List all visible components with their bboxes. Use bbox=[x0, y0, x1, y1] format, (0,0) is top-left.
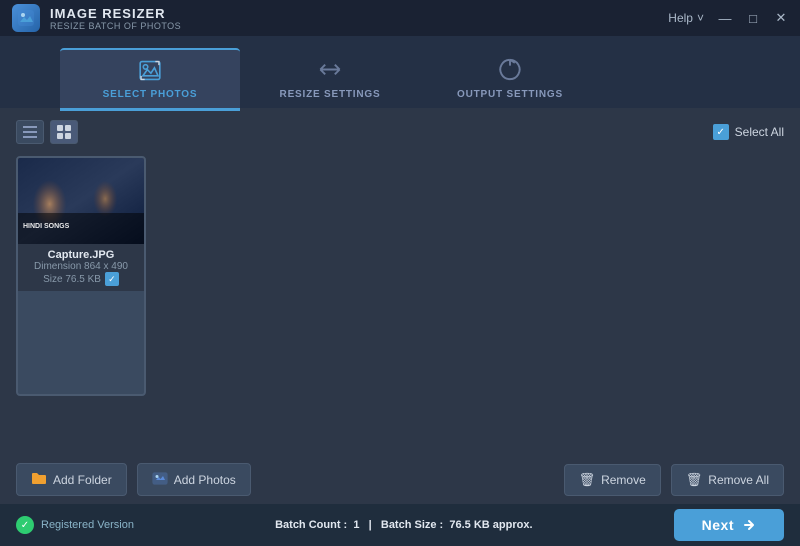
output-settings-icon bbox=[496, 56, 524, 83]
add-folder-label: Add Folder bbox=[53, 473, 112, 487]
action-right: 🗑 Remove 🗑 Remove All bbox=[564, 464, 784, 496]
remove-all-icon: 🗑 bbox=[686, 472, 703, 488]
next-arrow-icon bbox=[742, 518, 756, 532]
titlebar: IMAGE RESIZER RESIZE BATCH OF PHOTOS Hel… bbox=[0, 0, 800, 36]
maximize-button[interactable]: □ bbox=[746, 11, 760, 25]
toolbar: ✓ Select All bbox=[16, 120, 784, 144]
remove-all-label: Remove All bbox=[708, 473, 769, 487]
select-all-label: Select All bbox=[735, 125, 784, 139]
svg-text:HINDI SONGS: HINDI SONGS bbox=[23, 223, 70, 230]
resize-settings-icon bbox=[316, 56, 344, 83]
batch-count-value: 1 bbox=[353, 519, 359, 531]
app-title: IMAGE RESIZER bbox=[50, 6, 181, 21]
add-photos-button[interactable]: Add Photos bbox=[137, 463, 251, 496]
app-icon bbox=[12, 4, 40, 32]
next-button[interactable]: Next bbox=[674, 509, 784, 541]
registered-icon: ✓ bbox=[16, 516, 34, 534]
close-button[interactable]: ✕ bbox=[774, 11, 788, 25]
list-view-button[interactable] bbox=[16, 120, 44, 144]
tab-resize-settings-label: RESIZE SETTINGS bbox=[280, 89, 381, 100]
folder-icon bbox=[31, 471, 47, 488]
next-label: Next bbox=[702, 517, 734, 533]
photo-name: Capture.JPG bbox=[24, 249, 138, 261]
remove-label: Remove bbox=[601, 473, 646, 487]
view-toggles bbox=[16, 120, 78, 144]
tab-output-settings-label: OUTPUT SETTINGS bbox=[457, 89, 563, 100]
select-photos-icon bbox=[136, 58, 164, 83]
tabbar: SELECT PHOTOS RESIZE SETTINGS OUTPUT SET… bbox=[0, 36, 800, 108]
remove-all-button[interactable]: 🗑 Remove All bbox=[671, 464, 784, 496]
action-left: Add Folder Add Photos bbox=[16, 463, 251, 496]
help-button[interactable]: Help ˅ bbox=[668, 11, 704, 25]
photo-size: Size 76.5 KB ✓ bbox=[24, 272, 138, 286]
photo-thumbnail: HINDI SONGS bbox=[18, 158, 144, 244]
thumb-svg: HINDI SONGS bbox=[18, 158, 144, 244]
titlebar-right: Help ˅ — □ ✕ bbox=[668, 11, 788, 25]
tab-output-settings[interactable]: OUTPUT SETTINGS bbox=[420, 48, 600, 108]
batch-size-value: 76.5 KB approx. bbox=[449, 519, 532, 531]
registered-label: Registered Version bbox=[41, 519, 134, 531]
tab-resize-settings[interactable]: RESIZE SETTINGS bbox=[240, 48, 420, 108]
select-all-control[interactable]: ✓ Select All bbox=[713, 124, 784, 140]
tab-select-photos[interactable]: SELECT PHOTOS bbox=[60, 48, 240, 108]
photo-item[interactable]: HINDI SONGS Capture.JPG Dimension 864 x … bbox=[16, 156, 146, 396]
add-photos-label: Add Photos bbox=[174, 473, 236, 487]
app-subtitle: RESIZE BATCH OF PHOTOS bbox=[50, 21, 181, 31]
main-content: ✓ Select All bbox=[0, 108, 800, 454]
select-all-checkbox[interactable]: ✓ bbox=[713, 124, 729, 140]
add-folder-button[interactable]: Add Folder bbox=[16, 463, 127, 496]
photo-info: Capture.JPG Dimension 864 x 490 Size 76.… bbox=[18, 244, 144, 291]
status-registered: ✓ Registered Version bbox=[16, 516, 134, 534]
add-photos-icon bbox=[152, 471, 168, 488]
photo-select-checkbox[interactable]: ✓ bbox=[105, 272, 119, 286]
minimize-button[interactable]: — bbox=[718, 11, 732, 25]
app-title-block: IMAGE RESIZER RESIZE BATCH OF PHOTOS bbox=[50, 6, 181, 31]
action-bar: Add Folder Add Photos 🗑 Remove 🗑 Remove … bbox=[0, 455, 800, 504]
tab-select-photos-label: SELECT PHOTOS bbox=[103, 89, 198, 100]
statusbar: ✓ Registered Version Batch Count : 1 | B… bbox=[0, 504, 800, 546]
remove-icon: 🗑 bbox=[579, 472, 596, 488]
titlebar-left: IMAGE RESIZER RESIZE BATCH OF PHOTOS bbox=[12, 4, 181, 32]
photo-dimension: Dimension 864 x 490 bbox=[24, 261, 138, 272]
status-batch-info: Batch Count : 1 | Batch Size : 76.5 KB a… bbox=[275, 519, 532, 531]
grid-view-button[interactable] bbox=[50, 120, 78, 144]
photo-grid: HINDI SONGS Capture.JPG Dimension 864 x … bbox=[16, 156, 784, 396]
remove-button[interactable]: 🗑 Remove bbox=[564, 464, 661, 496]
